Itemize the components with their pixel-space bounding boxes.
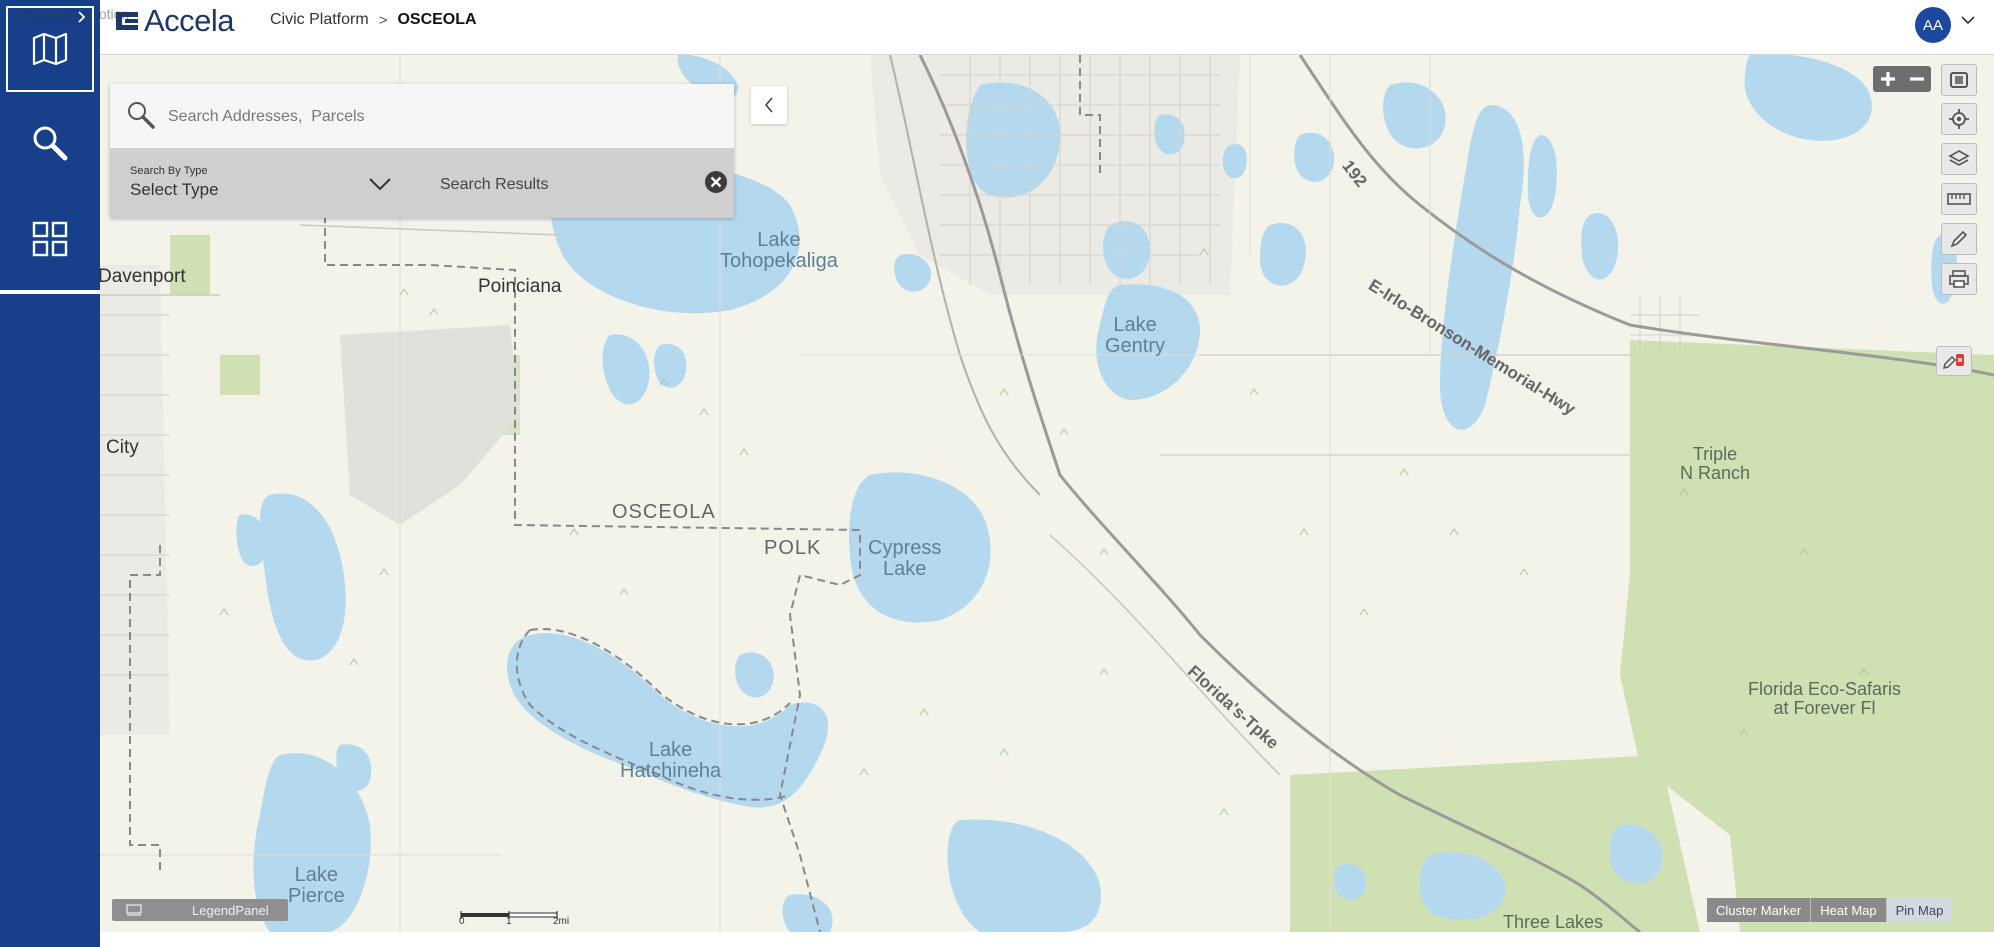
measure-button[interactable]: [1941, 183, 1977, 215]
chevron-down-icon[interactable]: [368, 176, 392, 192]
sidebar-item-search[interactable]: [6, 100, 94, 186]
map-view-toggle: Cluster Marker Heat Map Pin Map: [1707, 898, 1953, 922]
full-extent-button[interactable]: [1941, 64, 1977, 96]
zoom-in-plus-icon[interactable]: [1879, 70, 1897, 88]
scale-label-1: 1: [506, 916, 512, 927]
brand-name: Accela: [144, 3, 235, 38]
layers-icon: [1948, 150, 1970, 166]
map-label-three-lakes: Three Lakes: [1503, 912, 1604, 932]
map-label-city: City: [106, 437, 139, 458]
map-label-cypress-lake: Cypress Lake: [868, 537, 942, 580]
search-icon: [128, 102, 155, 129]
scale-label-2mi: 2mi: [553, 916, 570, 927]
locate-button[interactable]: [1941, 103, 1977, 135]
search-type-caption: Search By Type: [130, 165, 208, 177]
map-label-davenport: Davenport: [100, 266, 186, 287]
map-label-lake-pierce: Lake Pierce: [288, 864, 345, 907]
accela-logo[interactable]: Accela: [114, 3, 235, 38]
zoom-controls: [1873, 66, 1931, 92]
crosshair-locate-icon: [1949, 109, 1969, 129]
left-sidebar: TriClient Inmotion: [0, 0, 129, 947]
grid-icon: [32, 221, 68, 257]
legend-panel-label: LegendPanel: [192, 902, 269, 918]
printer-icon: [1949, 270, 1969, 288]
map-label-poinciana: Poinciana: [478, 276, 562, 297]
search-type-select[interactable]: Select Type: [130, 180, 219, 200]
breadcrumb-root[interactable]: Civic Platform: [270, 11, 369, 29]
user-avatar[interactable]: AA: [1915, 7, 1951, 43]
search-type-bar: Search By Type Select Type Search Result…: [110, 148, 734, 218]
search-results-label[interactable]: Search Results: [440, 176, 549, 194]
breadcrumb-separator: >: [378, 11, 388, 29]
search-input[interactable]: [166, 102, 710, 132]
clear-search-close-icon[interactable]: [704, 170, 728, 194]
pencil-draw-icon: [1950, 230, 1968, 248]
breadcrumb-current: OSCEOLA: [397, 11, 477, 28]
map-label-lake-gentry: Lake Gentry: [1105, 314, 1166, 357]
cluster-marker-button[interactable]: Cluster Marker: [1707, 898, 1812, 922]
search-box: [110, 84, 734, 148]
sidebar-expand-chevron-icon[interactable]: [77, 10, 87, 24]
zoom-out-minus-icon[interactable]: [1908, 70, 1926, 88]
legend-panel-toggle[interactable]: LegendPanel: [112, 899, 288, 921]
collapse-panel-button[interactable]: [751, 86, 787, 124]
user-initials: AA: [1922, 16, 1943, 34]
edit-marker-icon: [1942, 354, 1964, 370]
ruler-measure-icon: [1947, 193, 1971, 205]
search-panel: Search By Type Select Type Search Result…: [110, 84, 734, 218]
map-label-lake-hatchineha: Lake Hatchineha: [620, 739, 722, 782]
user-menu-chevron-down-icon[interactable]: [1960, 14, 1976, 26]
map-label-florida-eco-safaris: Florida Eco-Safaris at Forever Fl: [1748, 679, 1902, 718]
full-extent-icon: [1950, 72, 1968, 88]
legend-icon: [126, 904, 142, 916]
edit-tool-button[interactable]: [1936, 346, 1972, 376]
scale-label-0: 0: [459, 916, 465, 927]
breadcrumb: Civic Platform > OSCEOLA: [270, 11, 477, 29]
heat-map-button[interactable]: Heat Map: [1811, 898, 1887, 922]
print-button[interactable]: [1941, 263, 1977, 295]
map-label-osceola: OSCEOLA: [612, 501, 716, 523]
layers-button[interactable]: [1941, 143, 1977, 175]
chevron-left-icon: [764, 97, 773, 113]
sidebar-item-apps[interactable]: [6, 196, 94, 282]
map-label-polk: POLK: [764, 537, 822, 559]
pin-map-button[interactable]: Pin Map: [1886, 898, 1953, 922]
map-icon: [32, 33, 68, 65]
draw-button[interactable]: [1941, 223, 1977, 255]
map-label-lake-tohopekaliga: Lake Tohopekaliga: [720, 229, 838, 272]
map-label-triple-n-ranch: Triple N Ranch: [1680, 444, 1751, 483]
sidebar-divider: [0, 290, 100, 294]
search-icon: [33, 126, 68, 161]
